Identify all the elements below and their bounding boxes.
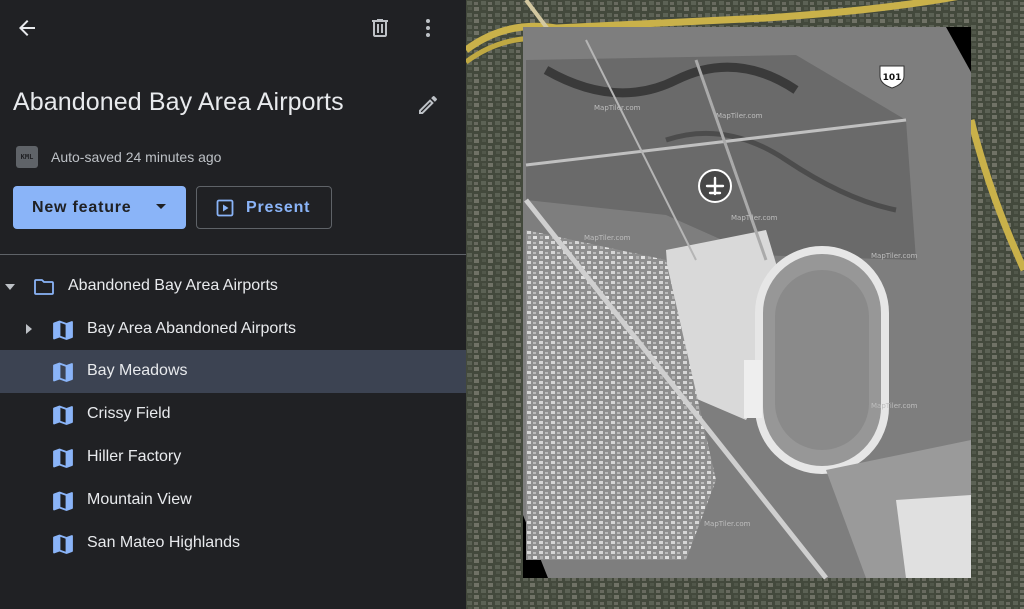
tree-item-label: Mountain View [87, 491, 192, 508]
tree-item-label: Bay Meadows [87, 362, 188, 379]
back-button[interactable] [7, 8, 47, 48]
map-view[interactable]: MapTiler.com MapTiler.com MapTiler.com M… [466, 0, 1024, 609]
dropdown-caret-icon [156, 204, 166, 209]
edit-title-button[interactable] [408, 85, 448, 125]
map-icon [51, 403, 75, 432]
folder-icon [32, 275, 56, 304]
side-panel: Abandoned Bay Area Airports KML Auto-sav… [0, 0, 466, 609]
overlay-watermark: MapTiler.com [594, 104, 641, 112]
tree-item-crissy-field[interactable]: Crissy Field [0, 393, 466, 436]
overlay-watermark: MapTiler.com [731, 214, 778, 222]
airplane-icon[interactable] [698, 169, 732, 203]
tree-item-bay-area-abandoned-airports[interactable]: Bay Area Abandoned Airports [0, 308, 466, 351]
overlay-watermark: MapTiler.com [871, 402, 918, 410]
overlay-watermark: MapTiler.com [584, 234, 631, 242]
tree-item-label: Crissy Field [87, 405, 171, 422]
present-icon [216, 199, 234, 217]
new-feature-button[interactable]: New feature [13, 186, 186, 229]
overlay-watermark: MapTiler.com [871, 252, 918, 260]
trash-icon [372, 19, 388, 37]
tree-item-mountain-view[interactable]: Mountain View [0, 479, 466, 522]
tree-item-label: San Mateo Highlands [87, 534, 240, 551]
tree-folder[interactable]: Abandoned Bay Area Airports [0, 265, 466, 308]
project-title: Abandoned Bay Area Airports [13, 88, 344, 116]
overlay-watermark: MapTiler.com [704, 520, 751, 528]
arrow-back-icon [19, 20, 35, 36]
more-options-button[interactable] [408, 8, 448, 48]
tree-item-bay-meadows[interactable]: Bay Meadows [0, 350, 466, 393]
map-icon [51, 360, 75, 389]
historical-overlay[interactable]: MapTiler.com MapTiler.com MapTiler.com M… [523, 27, 971, 580]
delete-button[interactable] [360, 8, 400, 48]
pencil-icon [419, 95, 438, 114]
svg-text:101: 101 [883, 73, 902, 83]
tree-item-label: Bay Area Abandoned Airports [87, 320, 297, 337]
map-icon [51, 532, 75, 561]
tree-item-hiller-factory[interactable]: Hiller Factory [0, 436, 466, 479]
tree-item-san-mateo-highlands[interactable]: San Mateo Highlands [0, 522, 466, 565]
present-button[interactable]: Present [196, 186, 332, 229]
tree-item-label: Hiller Factory [87, 448, 182, 465]
present-label: Present [246, 198, 311, 216]
more-vert-icon [426, 19, 430, 37]
new-feature-label: New feature [32, 198, 132, 216]
autosave-text: Auto-saved 24 minutes ago [51, 149, 222, 165]
overlay-watermark: MapTiler.com [716, 112, 763, 120]
map-icon [51, 318, 75, 347]
folder-label: Abandoned Bay Area Airports [68, 277, 278, 294]
map-canvas[interactable]: MapTiler.com MapTiler.com MapTiler.com M… [466, 0, 1024, 609]
map-icon [51, 489, 75, 518]
expand-triangle-icon[interactable] [26, 324, 32, 334]
divider [0, 254, 466, 255]
kml-file-icon: KML [16, 146, 38, 168]
autosave-status: KML Auto-saved 24 minutes ago [16, 146, 221, 168]
map-icon [51, 446, 75, 475]
collapse-triangle-icon[interactable] [5, 284, 15, 290]
